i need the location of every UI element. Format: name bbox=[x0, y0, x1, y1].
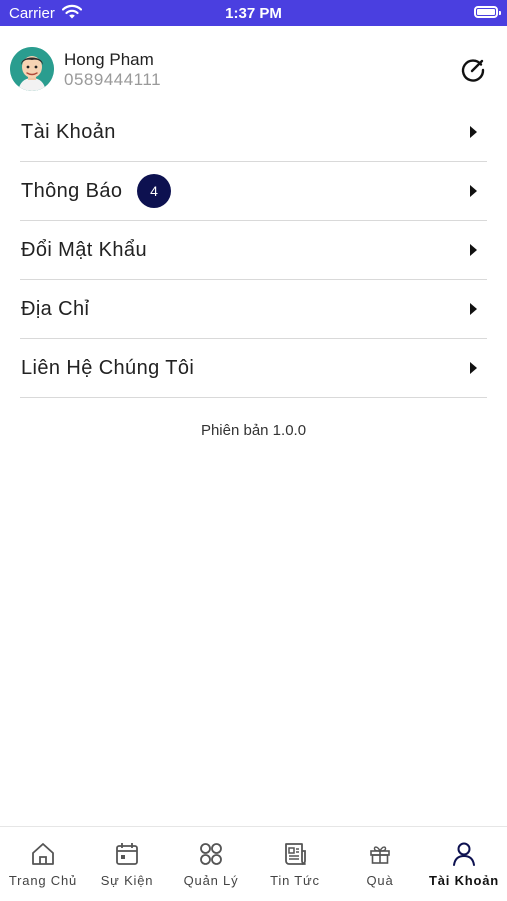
notification-count-badge: 4 bbox=[137, 174, 171, 208]
tab-label: Tin Tức bbox=[270, 873, 320, 888]
tab-manage[interactable]: Quản Lý bbox=[169, 827, 253, 901]
menu-item-label: Địa Chỉ bbox=[21, 298, 90, 320]
menu-item-contact-us[interactable]: Liên Hệ Chúng Tôi bbox=[20, 339, 487, 398]
chevron-right-icon bbox=[470, 126, 477, 138]
tab-news[interactable]: Tin Tức bbox=[253, 827, 337, 901]
avatar[interactable] bbox=[10, 47, 54, 91]
tab-gifts[interactable]: Quà bbox=[338, 827, 422, 901]
tab-home[interactable]: Trang Chủ bbox=[1, 827, 85, 901]
chevron-right-icon bbox=[470, 244, 477, 256]
edit-profile-icon[interactable] bbox=[459, 56, 487, 84]
menu-item-label: Tài Khoản bbox=[21, 121, 116, 143]
tab-events[interactable]: Sự Kiện bbox=[85, 827, 169, 901]
home-icon bbox=[32, 843, 54, 865]
menu-item-label: Liên Hệ Chúng Tôi bbox=[21, 357, 195, 379]
user-icon bbox=[453, 842, 475, 866]
tab-label: Sự Kiện bbox=[100, 873, 154, 888]
chevron-right-icon bbox=[470, 303, 477, 315]
chevron-right-icon bbox=[470, 185, 477, 197]
battery-icon bbox=[474, 6, 501, 18]
gift-icon bbox=[370, 846, 390, 864]
tab-account[interactable]: Tài Khoản bbox=[422, 827, 506, 901]
chevron-right-icon bbox=[470, 362, 477, 374]
menu-item-label: Thông Báo bbox=[21, 180, 123, 202]
menu-item-account[interactable]: Tài Khoản bbox=[20, 103, 487, 162]
tab-label: Quản Lý bbox=[183, 873, 239, 888]
tab-label: Trang Chủ bbox=[8, 873, 78, 888]
tab-label: Quà bbox=[366, 873, 394, 888]
user-name: Hong Pham bbox=[64, 50, 154, 69]
menu-item-label: Đổi Mật Khẩu bbox=[21, 239, 147, 261]
grid-circles-icon bbox=[200, 843, 222, 865]
avatar-illustration-icon bbox=[10, 47, 54, 91]
menu-item-address[interactable]: Địa Chỉ bbox=[20, 280, 487, 339]
app-version: Phiên bản 1.0.0 bbox=[200, 422, 307, 439]
user-phone: 0589444111 bbox=[64, 70, 162, 89]
news-icon bbox=[285, 843, 306, 865]
menu-item-change-password[interactable]: Đổi Mật Khẩu bbox=[20, 221, 487, 280]
tab-label: Tài Khoản bbox=[428, 873, 500, 888]
clock: 1:37 PM bbox=[225, 5, 282, 22]
menu-item-notifications[interactable]: Thông Báo 4 bbox=[20, 162, 487, 221]
profile-header: Hong Pham 0589444111 bbox=[0, 40, 507, 100]
status-bar: Carrier 1:37 PM bbox=[0, 0, 507, 26]
calendar-icon bbox=[116, 843, 138, 865]
bottom-tab-bar: Trang Chủ Sự Kiện Quản Lý Tin Tức Quà Tà… bbox=[0, 826, 507, 901]
settings-menu: Tài Khoản Thông Báo 4 Đổi Mật Khẩu Địa C… bbox=[20, 103, 487, 398]
